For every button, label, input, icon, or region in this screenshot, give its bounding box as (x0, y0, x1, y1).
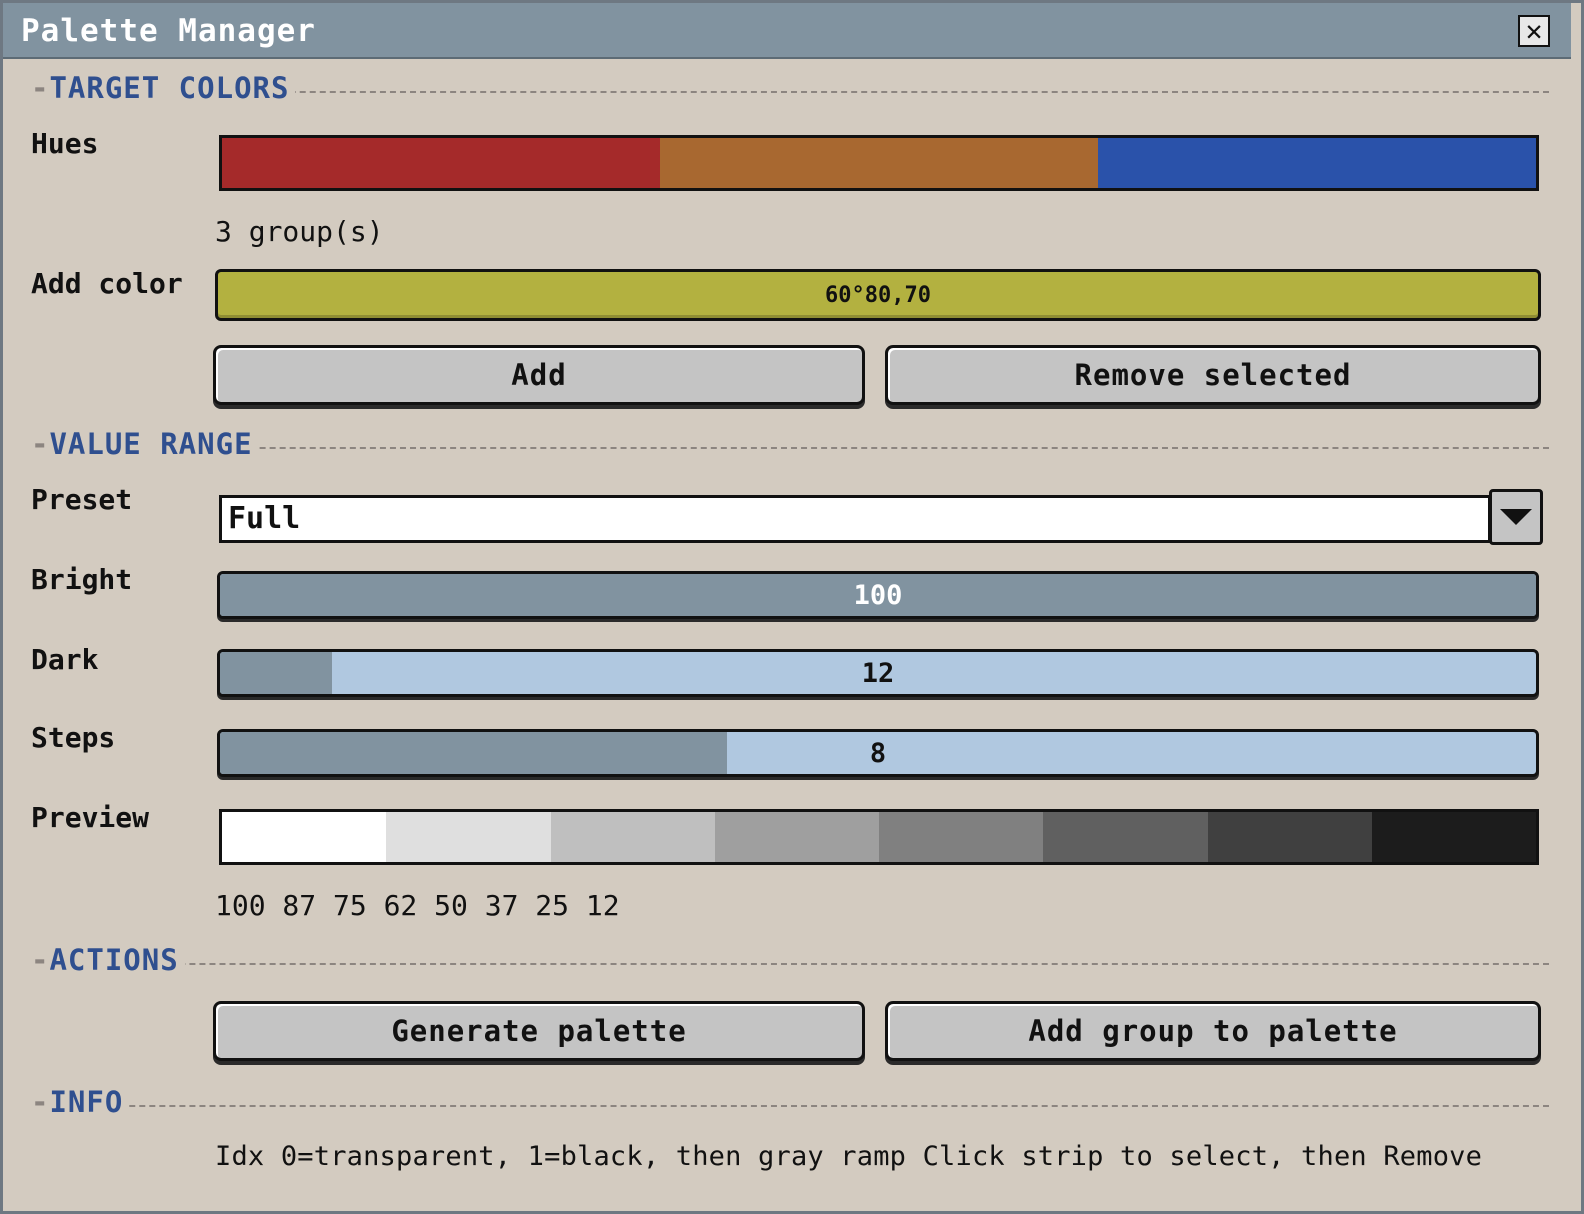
section-actions: ACTIONS (29, 943, 1549, 983)
section-divider (29, 1105, 1549, 1107)
preview-label: Preview (31, 801, 150, 834)
hue-swatch[interactable] (222, 138, 660, 188)
add-button[interactable]: Add (213, 345, 865, 405)
steps-label: Steps (31, 721, 116, 754)
dark-label: Dark (31, 643, 99, 676)
bright-slider[interactable]: 100 (217, 571, 1539, 619)
window-title: Palette Manager (21, 13, 316, 49)
section-divider (29, 963, 1549, 965)
section-title-actions: ACTIONS (29, 943, 185, 977)
section-value-range: VALUE RANGE (29, 427, 1549, 467)
preview-swatch (222, 812, 387, 862)
steps-slider[interactable]: 8 (217, 729, 1539, 777)
section-target-colors: TARGET COLORS (29, 71, 1549, 111)
close-button[interactable]: ✕ (1518, 15, 1550, 47)
section-info: INFO (29, 1085, 1549, 1125)
hue-swatch[interactable] (660, 138, 1098, 188)
section-title-target-colors: TARGET COLORS (29, 71, 296, 105)
palette-manager-window: Palette Manager ✕ TARGET COLORS Hues 3 g… (0, 0, 1584, 1214)
section-title-value-range: VALUE RANGE (29, 427, 259, 461)
preview-swatch (1043, 812, 1208, 862)
hues-label: Hues (31, 127, 99, 160)
preview-swatch (386, 812, 551, 862)
dark-value: 12 (861, 657, 895, 689)
preset-select[interactable]: Full (219, 495, 1491, 543)
hue-strip[interactable] (219, 135, 1539, 191)
info-text: Idx 0=transparent, 1=black, then gray ra… (215, 1141, 1483, 1172)
bright-value: 100 (853, 579, 903, 611)
preview-swatch (1371, 812, 1536, 862)
generate-palette-button[interactable]: Generate palette (213, 1001, 865, 1061)
hue-swatch[interactable] (1098, 138, 1536, 188)
bright-label: Bright (31, 563, 133, 596)
steps-value: 8 (869, 737, 887, 769)
remove-selected-button[interactable]: Remove selected (885, 345, 1541, 405)
preview-swatch (714, 812, 879, 862)
section-title-info: INFO (29, 1085, 130, 1119)
close-icon: ✕ (1525, 14, 1543, 47)
add-group-to-palette-button[interactable]: Add group to palette (885, 1001, 1541, 1061)
dark-slider[interactable]: 12 (217, 649, 1539, 697)
preset-label: Preset (31, 483, 133, 516)
add-color-field[interactable]: 60°80,70 (215, 269, 1541, 321)
group-count: 3 group(s) (215, 215, 384, 248)
add-color-label: Add color (31, 267, 183, 300)
preview-strip (219, 809, 1539, 865)
preset-dropdown-button[interactable] (1489, 489, 1543, 545)
add-color-value: 60°80,70 (825, 282, 931, 308)
title-bar[interactable]: Palette Manager ✕ (3, 3, 1571, 59)
preview-swatch (879, 812, 1044, 862)
preview-swatch (1207, 812, 1372, 862)
chevron-down-icon (1500, 509, 1532, 525)
preview-values: 100 87 75 62 50 37 25 12 (215, 889, 620, 922)
preview-swatch (550, 812, 715, 862)
